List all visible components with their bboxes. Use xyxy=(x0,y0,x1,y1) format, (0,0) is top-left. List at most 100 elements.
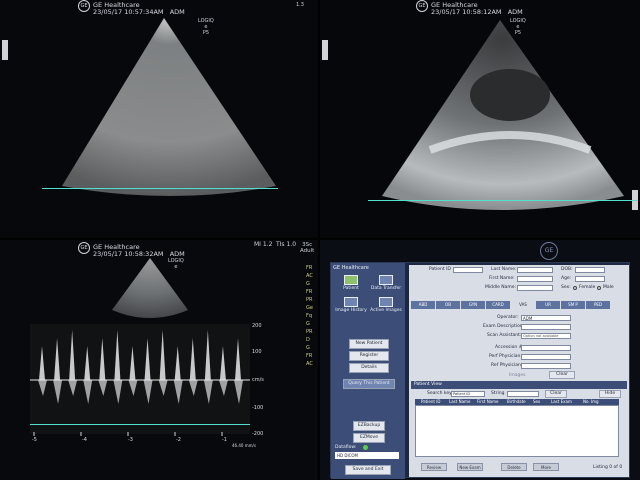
female-label: Female xyxy=(579,285,596,290)
search-key-select[interactable]: Patient ID xyxy=(451,391,485,397)
perf-physician-select[interactable] xyxy=(521,354,571,360)
first-name-input[interactable] xyxy=(517,276,553,282)
velocity-label-100: 100 xyxy=(252,349,262,355)
age-input[interactable] xyxy=(575,276,605,282)
ultrasound-panel-doppler: GE GE Healthcare 23/05/17 10:58:32AM ADM… xyxy=(0,240,318,480)
save-and-exit-button[interactable]: Save and Exit xyxy=(345,465,391,475)
ref-physician-select[interactable] xyxy=(521,363,571,369)
velocity-label-neg200: -200 xyxy=(252,431,264,437)
velocity-label-200: 200 xyxy=(252,323,262,329)
male-radio[interactable] xyxy=(597,286,601,290)
male-label: Male xyxy=(603,285,614,290)
search-string-input[interactable] xyxy=(507,391,539,397)
dob-label: DOB: xyxy=(561,267,573,272)
ge-logo-icon: GE xyxy=(540,242,558,260)
perf-physician-label: Perf Physician: xyxy=(489,354,522,359)
time-tick-label: -3 xyxy=(128,437,133,443)
doppler-image xyxy=(30,258,250,436)
middle-name-label: Middle Name: xyxy=(485,285,517,290)
new-patient-button[interactable]: New Patient xyxy=(349,339,389,349)
marker-icon xyxy=(322,40,328,60)
patient-screen-photo: GE GE Healthcare Patient Data Transfer I… xyxy=(320,240,640,480)
listing-count: Listing 0 of 0 xyxy=(593,465,623,470)
patient-form-panel: Patient ID Last Name: DOB: First Name: A… xyxy=(409,265,629,477)
velocity-unit: cm/s xyxy=(252,377,264,383)
dataflow-label: Dataflow: xyxy=(335,445,357,450)
mini-sector-fan xyxy=(112,258,188,318)
image-history-tile[interactable]: Image History xyxy=(335,297,367,313)
time-tick-label: -5 xyxy=(32,437,37,443)
new-exam-button[interactable]: New Exam xyxy=(457,463,483,471)
exam-category-tabs: ABD OB GYN CARD VAS UR SM P PED xyxy=(411,301,627,309)
active-images-tile[interactable]: Active Images xyxy=(369,297,403,313)
string-label: String xyxy=(491,391,505,396)
cardiac-chamber xyxy=(470,69,550,121)
patient-entry-window: GE Healthcare Patient Data Transfer Imag… xyxy=(330,262,630,479)
teal-cursor-line xyxy=(42,188,278,189)
brand-text: GE Healthcare xyxy=(333,265,369,271)
marker-icon xyxy=(2,40,8,60)
last-name-input[interactable] xyxy=(517,267,553,273)
clear-button[interactable]: Clear xyxy=(549,371,575,379)
image-history-icon xyxy=(344,297,358,307)
middle-name-input[interactable] xyxy=(517,285,553,291)
search-key-label: Search key xyxy=(427,391,452,396)
scan-assistant-label: Scan Assistant: xyxy=(487,333,522,338)
ezbackup-button[interactable]: EZBackup xyxy=(353,421,385,431)
more-button[interactable]: More xyxy=(533,463,559,471)
exam-description-label: Exam Description: xyxy=(483,324,525,329)
patient-view-header: Patient View xyxy=(411,381,627,389)
sex-label: Sex: xyxy=(561,285,571,290)
data-transfer-tile[interactable]: Data Transfer xyxy=(369,275,403,291)
images-label: Images xyxy=(509,373,526,378)
sweep-speed: 46.40 mm/s xyxy=(232,443,256,448)
first-name-label: First Name: xyxy=(489,276,515,281)
ezmove-button[interactable]: EZMove xyxy=(353,433,385,443)
patient-table-body[interactable] xyxy=(415,405,619,457)
patient-tile[interactable]: Patient xyxy=(335,275,367,291)
active-images-icon xyxy=(379,297,393,307)
accession-label: Accession #: xyxy=(495,345,524,350)
velocity-label-neg100: -100 xyxy=(252,405,264,411)
tab-vas[interactable]: VAS xyxy=(511,301,535,309)
dataflow-select[interactable]: HD DICOM xyxy=(335,452,399,459)
ultrasound-panel-bmode-1: GE GE Healthcare 23/05/17 10:57:34AM ADM… xyxy=(0,0,318,238)
patient-icon xyxy=(344,275,358,285)
clear-search-button[interactable]: Clear xyxy=(545,390,567,398)
accession-input[interactable] xyxy=(521,345,571,351)
tab-ur[interactable]: UR xyxy=(536,301,560,309)
age-label: Age: xyxy=(561,276,572,281)
tab-abd[interactable]: ABD xyxy=(411,301,435,309)
tab-card[interactable]: CARD xyxy=(486,301,510,309)
operator-select[interactable]: ADM xyxy=(521,315,571,321)
ref-physician-label: Ref Physician: xyxy=(491,363,523,368)
status-dot-icon xyxy=(363,445,368,450)
scan-assistant-select[interactable]: Option not available xyxy=(521,333,571,339)
patient-id-label: Patient ID xyxy=(429,267,451,272)
last-name-label: Last Name: xyxy=(491,267,517,272)
teal-cursor-line xyxy=(368,200,638,201)
tab-sm-p[interactable]: SM P xyxy=(561,301,585,309)
delete-button[interactable]: Delete xyxy=(501,463,527,471)
tab-ped[interactable]: PED xyxy=(586,301,610,309)
query-this-patient-button[interactable]: Query This Patient xyxy=(343,379,395,389)
hide-button[interactable]: Hide xyxy=(599,390,621,398)
dob-input[interactable] xyxy=(575,267,605,273)
spectral-window xyxy=(30,324,250,434)
female-radio[interactable] xyxy=(573,286,577,290)
time-tick-label: -4 xyxy=(82,437,87,443)
tab-ob[interactable]: OB xyxy=(436,301,460,309)
patient-id-input[interactable] xyxy=(453,267,483,273)
review-button[interactable]: Review xyxy=(421,463,447,471)
left-nav-panel: GE Healthcare Patient Data Transfer Imag… xyxy=(331,263,405,479)
tab-gyn[interactable]: GYN xyxy=(461,301,485,309)
details-button[interactable]: Details xyxy=(349,363,389,373)
data-transfer-icon xyxy=(379,275,393,285)
sector-fan xyxy=(62,18,276,196)
ultrasound-sector-image xyxy=(2,18,276,196)
operator-label: Operator: xyxy=(497,315,519,320)
ultrasound-sector-image xyxy=(322,20,638,210)
register-button[interactable]: Register xyxy=(349,351,389,361)
exam-description-select[interactable] xyxy=(521,324,571,330)
ultrasound-panel-cardiac: GE GE Healthcare 23/05/17 10:58:12AM ADM… xyxy=(320,0,640,238)
